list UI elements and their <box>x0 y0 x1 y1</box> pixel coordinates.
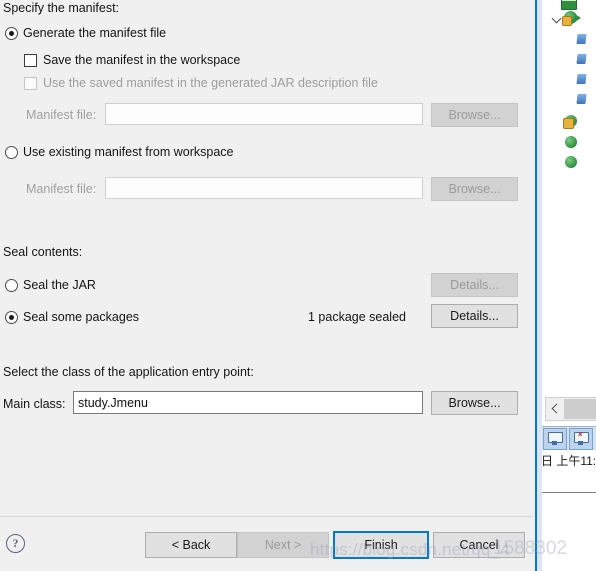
existing-manifest-file-label: Manifest file: <box>26 182 97 196</box>
package-explorer-tree[interactable] <box>541 0 596 392</box>
tree-item-package[interactable] <box>565 133 577 151</box>
packages-sealed-status: 1 package sealed <box>308 310 406 324</box>
package-icon <box>565 136 577 148</box>
green-arrow-icon <box>575 13 581 22</box>
jar-entry-icon <box>576 74 587 84</box>
tree-item-jar-entry[interactable] <box>576 90 587 108</box>
remove-console-icon[interactable]: × <box>569 427 593 450</box>
checkbox-save-manifest-label: Save the manifest in the workspace <box>43 53 241 67</box>
tree-item-package[interactable] <box>565 153 577 171</box>
radio-seal-jar[interactable]: Seal the JAR <box>5 278 96 292</box>
radio-seal-some-packages-label: Seal some packages <box>23 310 140 324</box>
radio-generate-manifest[interactable]: Generate the manifest file <box>5 26 166 40</box>
radio-generate-manifest-label: Generate the manifest file <box>23 26 167 40</box>
package-icon <box>565 156 577 168</box>
dialog-edge-glow <box>537 0 542 571</box>
main-class-label: Main class: <box>3 397 66 411</box>
package-locked-icon <box>563 115 577 129</box>
radio-use-existing-manifest-label: Use existing manifest from workspace <box>23 145 234 159</box>
terminate-console-icon[interactable] <box>543 427 567 450</box>
generate-manifest-browse-button: Browse... <box>431 103 518 127</box>
tree-item-jar-entry[interactable] <box>576 50 587 68</box>
tree-item-package-root[interactable] <box>552 8 581 26</box>
generate-manifest-file-label: Manifest file: <box>26 108 97 122</box>
existing-manifest-file-input <box>105 177 423 199</box>
background-divider <box>541 492 596 493</box>
radio-indicator <box>5 145 18 159</box>
existing-manifest-browse-button: Browse... <box>431 177 518 201</box>
seal-packages-details-button[interactable]: Details... <box>431 304 518 328</box>
tree-item-package-locked[interactable] <box>563 112 577 130</box>
radio-seal-jar-label: Seal the JAR <box>23 278 96 292</box>
radio-use-existing-manifest[interactable]: Use existing manifest from workspace <box>5 145 234 159</box>
generate-manifest-file-input <box>105 103 423 125</box>
checkbox-use-saved-manifest: Use the saved manifest in the generated … <box>24 76 378 90</box>
screenshot-root: × 日 上午11:2 Specify the manifest: Generat… <box>0 0 596 571</box>
tree-item-jar-entry[interactable] <box>576 30 587 48</box>
scroll-left-button[interactable] <box>545 397 596 421</box>
radio-indicator <box>5 310 18 324</box>
checkbox-indicator <box>24 76 37 90</box>
radio-indicator <box>5 278 18 292</box>
jar-entry-icon <box>576 54 587 64</box>
finish-button[interactable]: Finish <box>333 531 429 559</box>
jar-entry-icon <box>576 94 587 104</box>
package-root-locked-icon <box>562 10 581 26</box>
main-class-browse-button[interactable]: Browse... <box>431 391 518 415</box>
scrollbar-track[interactable] <box>564 399 596 419</box>
back-button[interactable]: < Back <box>145 532 237 558</box>
checkbox-save-manifest[interactable]: Save the manifest in the workspace <box>24 53 240 67</box>
radio-indicator <box>5 26 18 40</box>
jar-entry-icon <box>576 34 587 44</box>
cancel-button[interactable]: Cancel <box>433 532 525 558</box>
checkbox-use-saved-manifest-label: Use the saved manifest in the generated … <box>43 76 378 90</box>
main-class-input[interactable] <box>73 391 423 414</box>
help-icon[interactable]: ? <box>6 534 25 553</box>
entry-point-section-label: Select the class of the application entr… <box>3 365 254 379</box>
next-button: Next > <box>237 532 329 558</box>
tree-item-jar-entry[interactable] <box>576 70 587 88</box>
manifest-section-label: Specify the manifest: <box>3 1 120 15</box>
jar-manifest-page: Specify the manifest: Generate the manif… <box>0 0 533 516</box>
checkbox-indicator <box>24 53 37 67</box>
seal-jar-details-button: Details... <box>431 273 518 297</box>
console-view-toolbar[interactable]: × <box>541 426 596 450</box>
taskbar-clock: 日 上午11:2 <box>541 450 596 472</box>
chevron-left-icon <box>546 399 564 419</box>
jar-export-dialog: Specify the manifest: Generate the manif… <box>0 0 537 571</box>
seal-section-label: Seal contents: <box>3 245 83 259</box>
radio-seal-some-packages[interactable]: Seal some packages <box>5 310 139 324</box>
